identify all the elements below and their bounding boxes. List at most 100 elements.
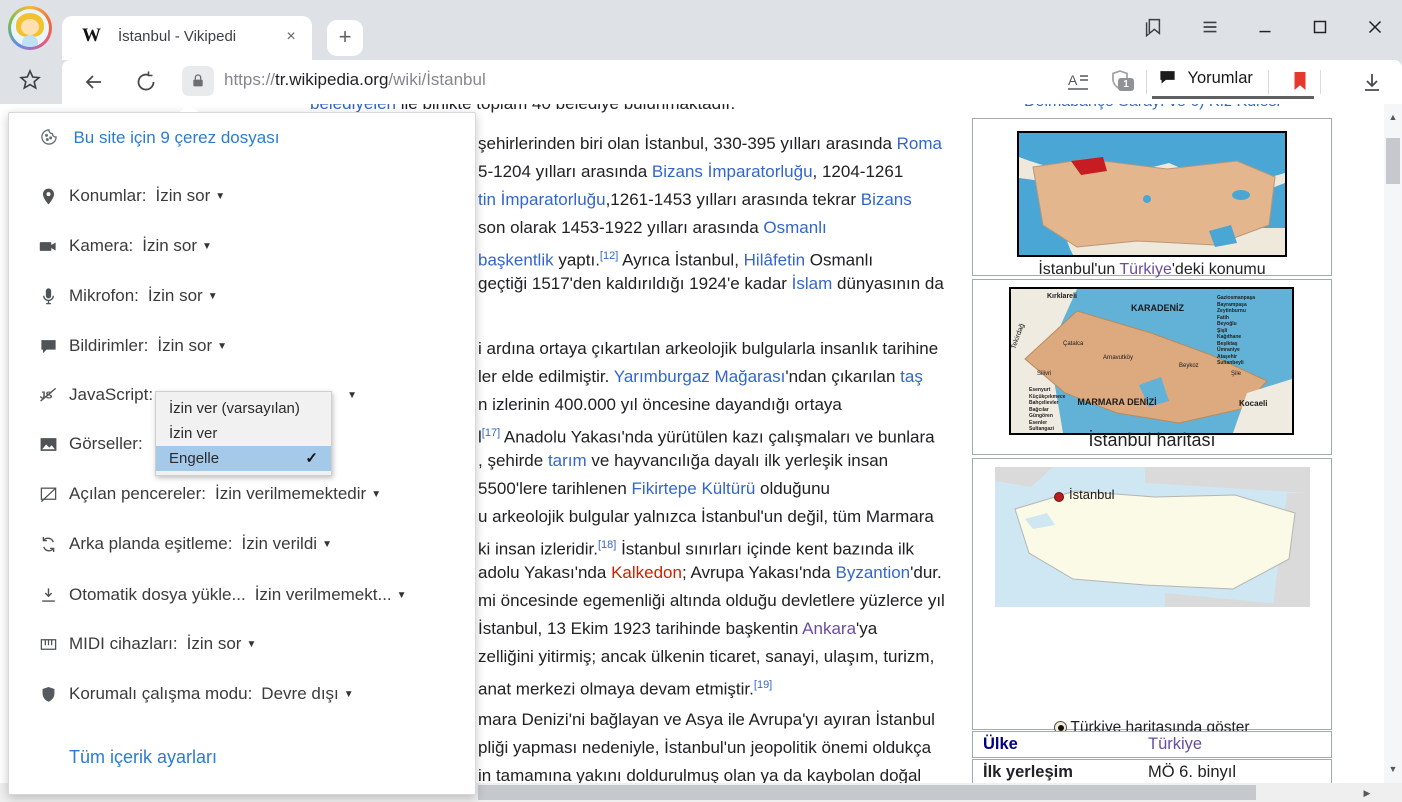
permission-label: Otomatik dosya yükle... [69, 585, 246, 605]
permission-row-images[interactable]: Görseller:▼ [39, 431, 167, 457]
chevron-down-icon[interactable]: ▼ [202, 241, 212, 252]
notifications-icon [39, 337, 61, 356]
wiki-link[interactable]: İslam [792, 274, 833, 293]
permission-value[interactable]: İzin sor [142, 236, 197, 256]
chevron-down-icon[interactable]: ▼ [344, 689, 354, 700]
infobox-row-value[interactable]: Türkiye [1148, 732, 1202, 757]
permission-value[interactable]: İzin sor [148, 286, 203, 306]
permission-value[interactable]: İzin sor [157, 336, 212, 356]
dropdown-option-label: İzin ver [169, 421, 217, 446]
permission-row-location[interactable]: Konumlar:İzin sor▼ [39, 183, 225, 209]
url-path: /wiki/İstanbul [388, 70, 485, 89]
permission-value[interactable]: İzin sor [155, 186, 210, 206]
dropdown-option-i-zin-ver[interactable]: İzin ver [156, 421, 331, 446]
article-line: n izlerinin 400.000 yıl öncesine dayandı… [478, 391, 842, 419]
istanbul-province-map: KARADENİZ MARMARA DENİZİ Kocaeli Kırklar… [1009, 287, 1294, 435]
scroll-down-icon[interactable]: ▼ [1384, 764, 1402, 774]
vertical-scrollbar[interactable]: ▲ ▼ [1384, 104, 1402, 783]
bookmark-saved-icon[interactable] [1288, 69, 1312, 98]
permission-row-camera[interactable]: Kamera:İzin sor▼ [39, 233, 212, 259]
permission-value[interactable]: İzin verilmemektedir [215, 484, 366, 504]
chevron-down-icon[interactable]: ▼ [322, 539, 332, 550]
reference-link[interactable]: [19] [754, 679, 772, 691]
menu-icon[interactable] [1195, 16, 1225, 44]
wiki-link[interactable]: Bizans İmparatorluğu [652, 162, 813, 181]
collections-icon[interactable] [1138, 16, 1168, 44]
permission-row-sync[interactable]: Arka planda eşitleme:İzin verildi▼ [39, 531, 332, 557]
permission-row-midi[interactable]: MIDI cihazları:İzin sor▼ [39, 631, 256, 657]
permission-row-notifications[interactable]: Bildirimler:İzin sor▼ [39, 333, 227, 359]
reference-link[interactable]: [12] [600, 250, 618, 262]
chevron-down-icon[interactable]: ▼ [347, 390, 357, 401]
microphone-icon [39, 287, 61, 306]
permission-value[interactable]: Devre dışı [261, 684, 338, 704]
reader-mode-icon[interactable]: A [1066, 70, 1090, 99]
wiki-link[interactable]: Fikirtepe Kültürü [632, 479, 756, 498]
wiki-link[interactable]: başkentlik [478, 251, 554, 270]
wiki-link[interactable]: Yarımburgaz Mağarası [614, 367, 786, 386]
map2-label-beykoz: Beykoz [1179, 363, 1199, 369]
tab-close-icon[interactable]: × [280, 26, 302, 48]
maximize-icon[interactable] [1305, 16, 1335, 44]
chevron-down-icon[interactable]: ▼ [397, 590, 407, 601]
chevron-down-icon[interactable]: ▼ [246, 639, 256, 650]
cookies-row[interactable]: Bu site için 9 çerez dosyası [39, 127, 279, 153]
protect-shield-icon[interactable]: 1 [1108, 68, 1138, 98]
map2-label-catalca: Çatalca [1063, 341, 1083, 347]
permission-value[interactable]: İzin verildi [241, 534, 317, 554]
reference-link[interactable]: [17] [482, 427, 500, 439]
close-window-icon[interactable] [1360, 16, 1390, 44]
back-icon[interactable] [82, 70, 106, 99]
profile-avatar[interactable] [8, 6, 52, 50]
reference-link[interactable]: [18] [598, 539, 616, 551]
wiki-link[interactable]: tarım [548, 451, 587, 470]
comments-button[interactable]: Yorumlar [1158, 68, 1253, 96]
wiki-link[interactable]: taş [900, 367, 923, 386]
dropdown-option-i-zin-ver-varsay-lan-[interactable]: İzin ver (varsayılan) [156, 396, 331, 421]
permission-value[interactable]: İzin sor [187, 634, 242, 654]
wiki-link[interactable]: tin İmparatorluğu [478, 190, 606, 209]
wiki-link[interactable]: Ankara [802, 619, 856, 638]
chevron-down-icon[interactable]: ▼ [215, 191, 225, 202]
tab-istanbul[interactable]: W İstanbul - Vikipedi × [62, 16, 312, 60]
map2-label-silivri: Silivri [1037, 371, 1051, 377]
address-bar[interactable]: https://tr.wikipedia.org/wiki/İstanbul [224, 70, 486, 90]
wiki-link[interactable]: Türkiye [1119, 261, 1171, 278]
article-text: adolu Yakası'nda [478, 563, 611, 582]
all-content-settings-link[interactable]: Tüm içerik ayarları [69, 747, 217, 768]
article-text: Anadolu Yakası'nda yürütülen kazı çalışm… [500, 428, 935, 447]
new-tab-button[interactable]: + [327, 20, 363, 56]
article-text: , şehirde [478, 451, 548, 470]
chevron-down-icon[interactable]: ▼ [217, 341, 227, 352]
wiki-link[interactable]: Hilâfetin [744, 251, 805, 270]
cookies-link[interactable]: Bu site için 9 çerez dosyası [73, 128, 279, 147]
wiki-link[interactable]: Roma [897, 134, 942, 153]
permission-row-microphone[interactable]: Mikrofon:İzin sor▼ [39, 283, 218, 309]
shield-icon [39, 685, 61, 704]
bookmarks-star-icon[interactable] [18, 68, 42, 97]
vertical-scroll-thumb[interactable] [1386, 138, 1400, 184]
scroll-right-icon[interactable]: ▶ [1358, 788, 1376, 799]
scroll-up-icon[interactable]: ▲ [1384, 112, 1402, 122]
permission-row-shield[interactable]: Korumalı çalışma modu:Devre dışı▼ [39, 681, 354, 707]
downloads-icon[interactable] [1360, 70, 1384, 99]
permission-row-popups[interactable]: Açılan pencereler:İzin verilmemektedir▼ [39, 481, 381, 507]
wiki-link[interactable]: Osmanlı [763, 218, 826, 237]
article-text: 'ndan çıkarılan [785, 367, 900, 386]
chevron-down-icon[interactable]: ▼ [371, 489, 381, 500]
permission-label: Görseller: [69, 434, 143, 454]
pushpin-map-label: İstanbul [1069, 487, 1115, 502]
permission-value[interactable]: İzin verilmemekt... [255, 585, 392, 605]
turkey-pushpin-map: İstanbul [995, 467, 1310, 607]
reload-icon[interactable] [134, 70, 158, 99]
wiki-link[interactable]: Byzantion [835, 563, 910, 582]
wiki-link[interactable]: Kalkedon [611, 563, 682, 582]
wiki-link[interactable]: Bizans [861, 190, 912, 209]
permission-row-download[interactable]: Otomatik dosya yükle... İzin verilmemekt.… [39, 582, 407, 608]
article-text: i ardına ortaya çıkartılan arkeolojik bu… [478, 339, 938, 358]
horizontal-scroll-thumb[interactable] [478, 785, 1256, 800]
chevron-down-icon[interactable]: ▼ [208, 291, 218, 302]
site-info-lock-button[interactable] [182, 66, 214, 96]
minimize-icon[interactable] [1250, 16, 1280, 44]
dropdown-option-engelle[interactable]: Engelle✓ [156, 446, 331, 471]
